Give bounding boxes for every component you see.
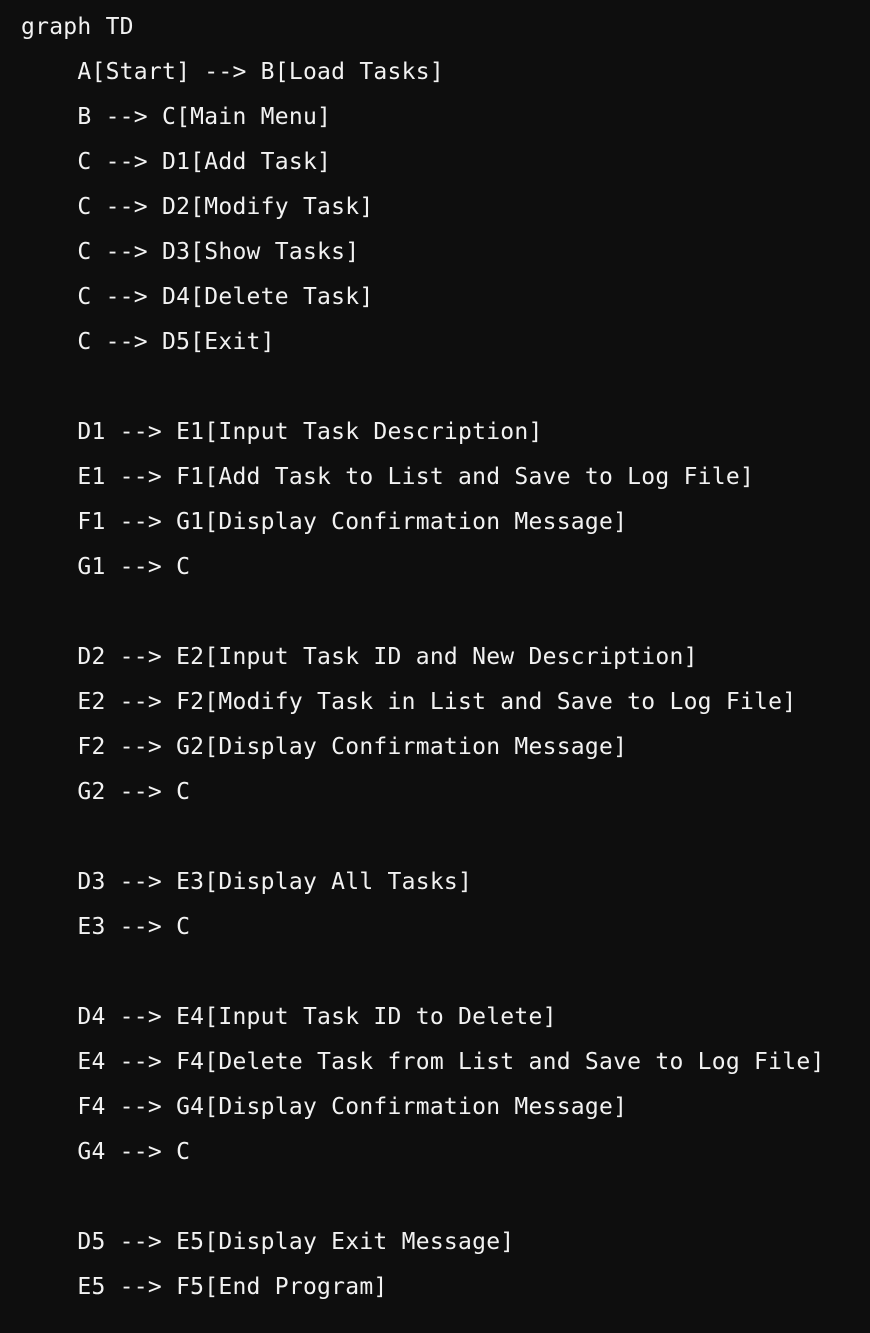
code-line: D1 --> E1[Input Task Description] [21, 419, 543, 445]
code-line: A[Start] --> B[Load Tasks] [21, 59, 444, 85]
code-line: G4 --> C [21, 1139, 191, 1165]
code-line: E4 --> F4[Delete Task from List and Save… [21, 1049, 825, 1075]
code-line: C --> D3[Show Tasks] [21, 239, 360, 265]
code-line: F1 --> G1[Display Confirmation Message] [21, 509, 628, 535]
code-line: E2 --> F2[Modify Task in List and Save t… [21, 689, 797, 715]
code-line: G1 --> C [21, 554, 191, 580]
code-line: D2 --> E2[Input Task ID and New Descript… [21, 644, 698, 670]
code-line: E5 --> F5[End Program] [21, 1274, 388, 1300]
code-line: C --> D1[Add Task] [21, 149, 332, 175]
code-line: C --> D5[Exit] [21, 329, 275, 355]
code-line: F2 --> G2[Display Confirmation Message] [21, 734, 628, 760]
code-block: graph TD A[Start] --> B[Load Tasks] B --… [0, 0, 870, 1333]
code-line: C --> D4[Delete Task] [21, 284, 374, 310]
code-line: B --> C[Main Menu] [21, 104, 332, 130]
code-line: graph TD [21, 14, 134, 40]
code-line: D5 --> E5[Display Exit Message] [21, 1229, 515, 1255]
code-line: E1 --> F1[Add Task to List and Save to L… [21, 464, 755, 490]
code-line: G2 --> C [21, 779, 191, 805]
code-line: F4 --> G4[Display Confirmation Message] [21, 1094, 628, 1120]
code-line: D4 --> E4[Input Task ID to Delete] [21, 1004, 557, 1030]
code-line: C --> D2[Modify Task] [21, 194, 374, 220]
code-line: D3 --> E3[Display All Tasks] [21, 869, 473, 895]
code-line: E3 --> C [21, 914, 191, 940]
